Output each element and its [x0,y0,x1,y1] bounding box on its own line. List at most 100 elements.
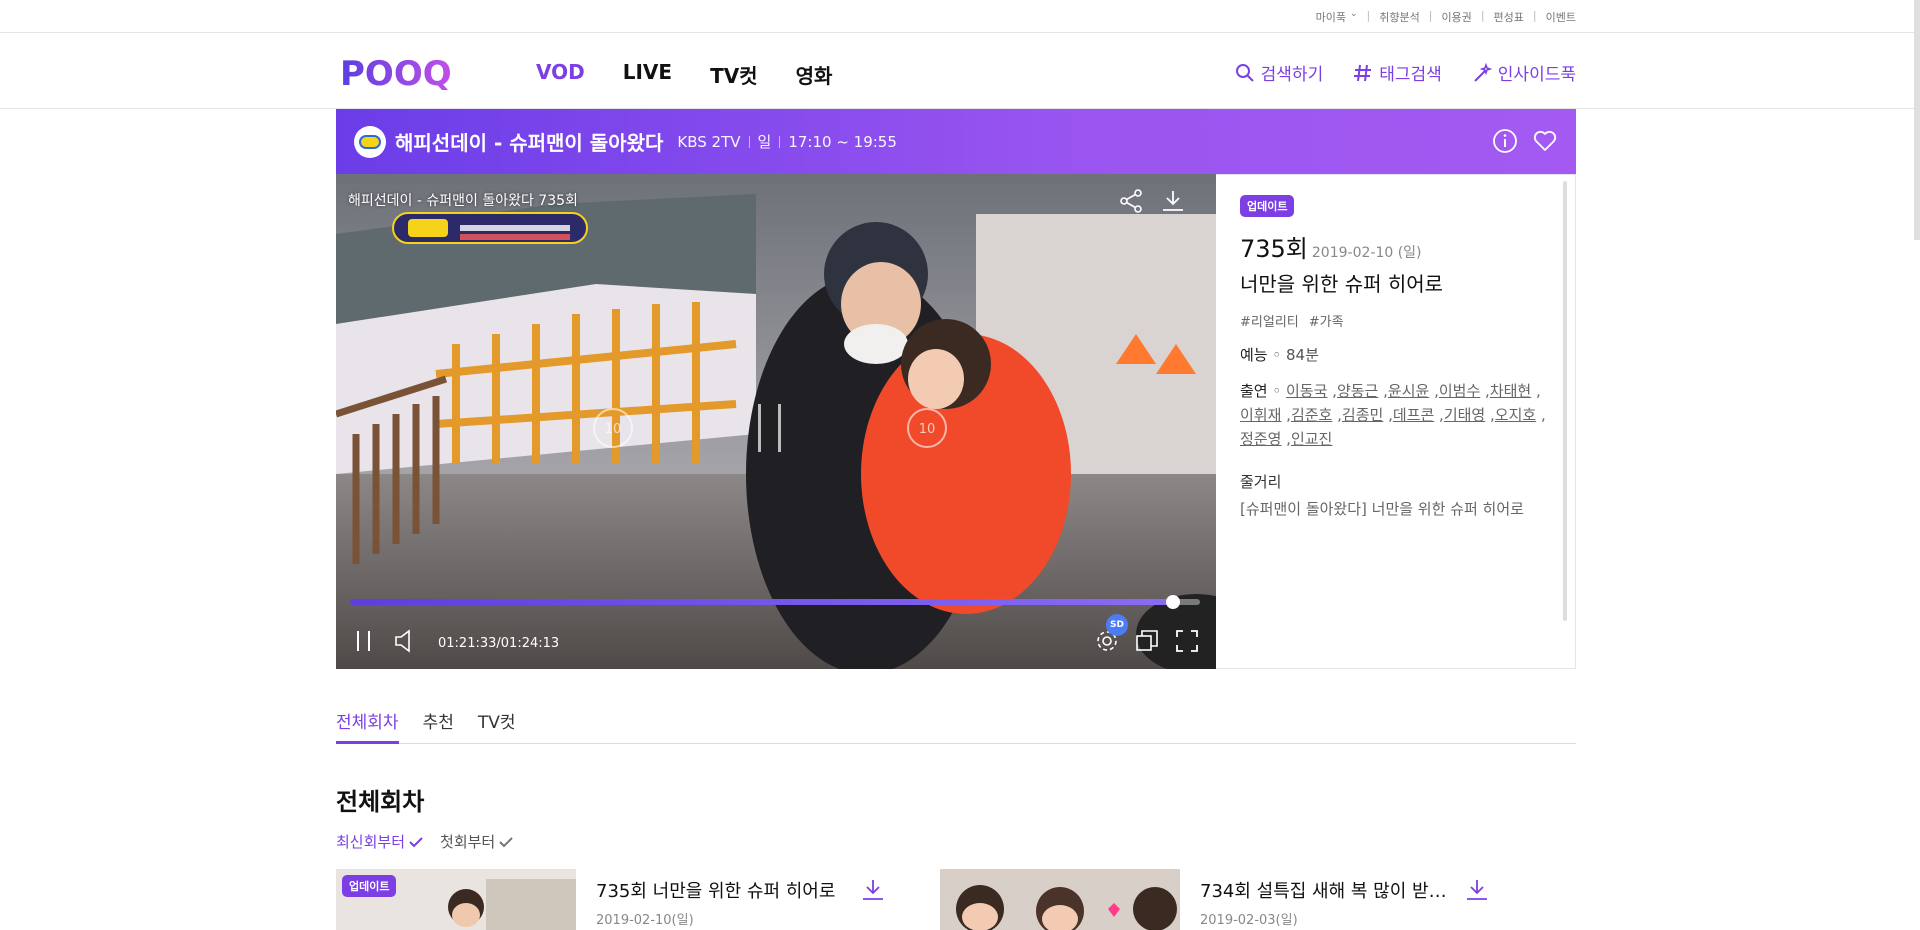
download-icon[interactable] [860,877,886,907]
pip-icon[interactable] [1134,628,1160,658]
fullscreen-icon[interactable] [1174,628,1200,658]
forward-10-icon[interactable]: 10 [904,405,950,455]
info-icon[interactable] [1492,128,1518,158]
nav-tvcut[interactable]: TV컷 [710,60,758,89]
runtime: 84분 [1286,346,1319,364]
cast-link[interactable]: 인교진 [1291,430,1332,448]
player-top-actions [1102,188,1186,218]
sort-first[interactable]: 첫회부터 [440,831,514,852]
video-player[interactable]: 해피선데이 - 슈퍼맨이 돌아왔다 735회 10 10 01:21:33/01… [336,174,1216,669]
divider: | [1532,9,1537,22]
episode-thumbnail[interactable]: 업데이트 [336,869,576,930]
total-time: /01:24:13 [496,635,560,651]
episode-card-date: 2019-02-03(일) [1200,913,1298,928]
cast-link[interactable]: 이휘재 [1240,406,1281,424]
rewind-10-icon[interactable]: 10 [590,405,636,455]
episode-info-panel: 업데이트 735회 2019-02-10 (일) 너만을 위한 슈퍼 히어로 #… [1216,174,1576,669]
search-button[interactable]: 검색하기 [1235,60,1323,85]
cast-link[interactable]: 오지호 [1495,406,1536,424]
progress-knob[interactable] [1165,595,1180,609]
download-icon[interactable] [1464,877,1490,907]
program-channel: KBS 2TV [677,132,741,151]
check-icon [409,836,423,847]
player-center-controls: 10 10 [590,400,950,460]
summary-text: [슈퍼맨이 돌아왔다] 너만을 위한 슈퍼 히어로 [1240,500,1524,518]
tag-search-label: 태그검색 [1379,65,1442,85]
program-logo [354,125,386,158]
episode-card-title[interactable]: 734회 설특집 새해 복 많이 받으면... [1200,877,1460,903]
pause-icon[interactable] [352,628,376,658]
cast-label: 출연 [1240,382,1268,400]
sort-latest[interactable]: 최신회부터 [336,831,424,852]
volume-icon[interactable] [392,628,418,658]
cast-link[interactable]: 이범수 [1439,382,1480,400]
chevron-down-icon[interactable]: ⌄ [1350,9,1358,25]
quality-badge: SD [1106,614,1128,636]
divider [779,135,781,148]
tab-recommend[interactable]: 추천 [423,708,454,744]
top-link-event[interactable]: 이벤트 [1546,9,1576,25]
player-overlay-title: 해피선데이 - 슈퍼맨이 돌아왔다 735회 [348,193,578,209]
top-link-taste[interactable]: 취향분석 [1379,9,1419,25]
top-link-ticket[interactable]: 이용권 [1441,9,1471,25]
episode-title: 너만을 위한 슈퍼 히어로 [1240,272,1444,296]
cast-link[interactable]: 이동국 [1286,382,1327,400]
tab-tvcut[interactable]: TV컷 [478,708,516,744]
forward-10-label: 10 [919,422,936,437]
pooq-logo[interactable]: POOQ [340,53,456,93]
nav-live[interactable]: LIVE [623,60,672,89]
cast-link[interactable]: 정준영 [1240,430,1281,448]
rewind-10-label: 10 [605,422,622,437]
episode-card[interactable]: 업데이트 735회 너만을 위한 슈퍼 히어로 2019-02-10(일) [336,869,886,930]
episode-number-row: 735회 2019-02-10 (일) [1240,229,1551,264]
nav-movie[interactable]: 영화 [796,60,833,89]
cast-link[interactable]: 양동근 [1337,382,1378,400]
show-logo-badge [392,212,588,244]
tab-all-episodes[interactable]: 전체회차 [336,708,399,744]
tag-search-button[interactable]: 태그검색 [1353,60,1442,85]
progress-fill [350,599,1173,605]
cast-link[interactable]: 데프콘 [1393,406,1434,424]
episode-card[interactable]: 734회 설특집 새해 복 많이 받으면... 2019-02-03(일) [940,869,1490,930]
program-meta: KBS 2TV 일 17:10 ~ 19:55 [677,131,897,152]
check-icon [499,836,513,847]
sort-latest-label: 최신회부터 [336,833,406,851]
top-link-mypooq[interactable]: 마이푹 [1316,9,1346,25]
episode-card-info: 734회 설특집 새해 복 많이 받으면... 2019-02-03(일) [1200,869,1490,930]
inside-pooq-label: 인사이드푹 [1497,65,1576,85]
cast-link[interactable]: 김종민 [1342,406,1383,424]
inside-pooq-button[interactable]: 인사이드푹 [1472,60,1576,85]
program-day: 일 [757,133,772,151]
page-scrollbar[interactable] [1914,0,1920,240]
episode-thumbnail[interactable] [940,869,1180,930]
main-nav: VOD LIVE TV컷 영화 [536,60,870,89]
divider: | [1480,9,1485,22]
progress-bar[interactable] [350,595,1200,609]
tag-link[interactable]: #리얼리티 [1240,311,1299,330]
heart-icon[interactable] [1532,128,1558,158]
episode-genre: 예능 ◦ 84분 [1240,346,1319,364]
hashtag-icon [1354,64,1372,81]
magic-wand-icon [1474,62,1492,82]
pause-center-icon[interactable] [750,400,790,460]
cast-link[interactable]: 차태현 [1490,382,1531,400]
share-icon[interactable] [1118,188,1144,218]
logo-text: POOQ [340,54,452,93]
episode-card-title[interactable]: 735회 너만을 위한 슈퍼 히어로 [596,877,856,903]
settings-gear-icon[interactable]: SD [1094,614,1128,658]
program-banner: 해피선데이 - 슈퍼맨이 돌아왔다 KBS 2TV 일 17:10 ~ 19:5… [336,109,1576,174]
episode-date: 2019-02-10 (일) [1311,245,1422,261]
cast-link[interactable]: 윤시윤 [1388,382,1429,400]
episode-number: 735회 [1240,235,1308,263]
update-badge: 업데이트 [1240,195,1295,217]
tag-link[interactable]: #가족 [1309,311,1344,330]
section-title: 전체회차 [336,788,425,816]
download-icon[interactable] [1160,188,1186,218]
top-link-schedule[interactable]: 편성표 [1494,9,1524,25]
cast-link[interactable]: 김준호 [1291,406,1332,424]
nav-vod[interactable]: VOD [536,60,585,89]
info-scrollbar[interactable] [1563,181,1567,621]
program-title: 해피선데이 - 슈퍼맨이 돌아왔다 [395,131,664,155]
search-icon [1235,63,1254,82]
cast-link[interactable]: 기태영 [1444,406,1485,424]
